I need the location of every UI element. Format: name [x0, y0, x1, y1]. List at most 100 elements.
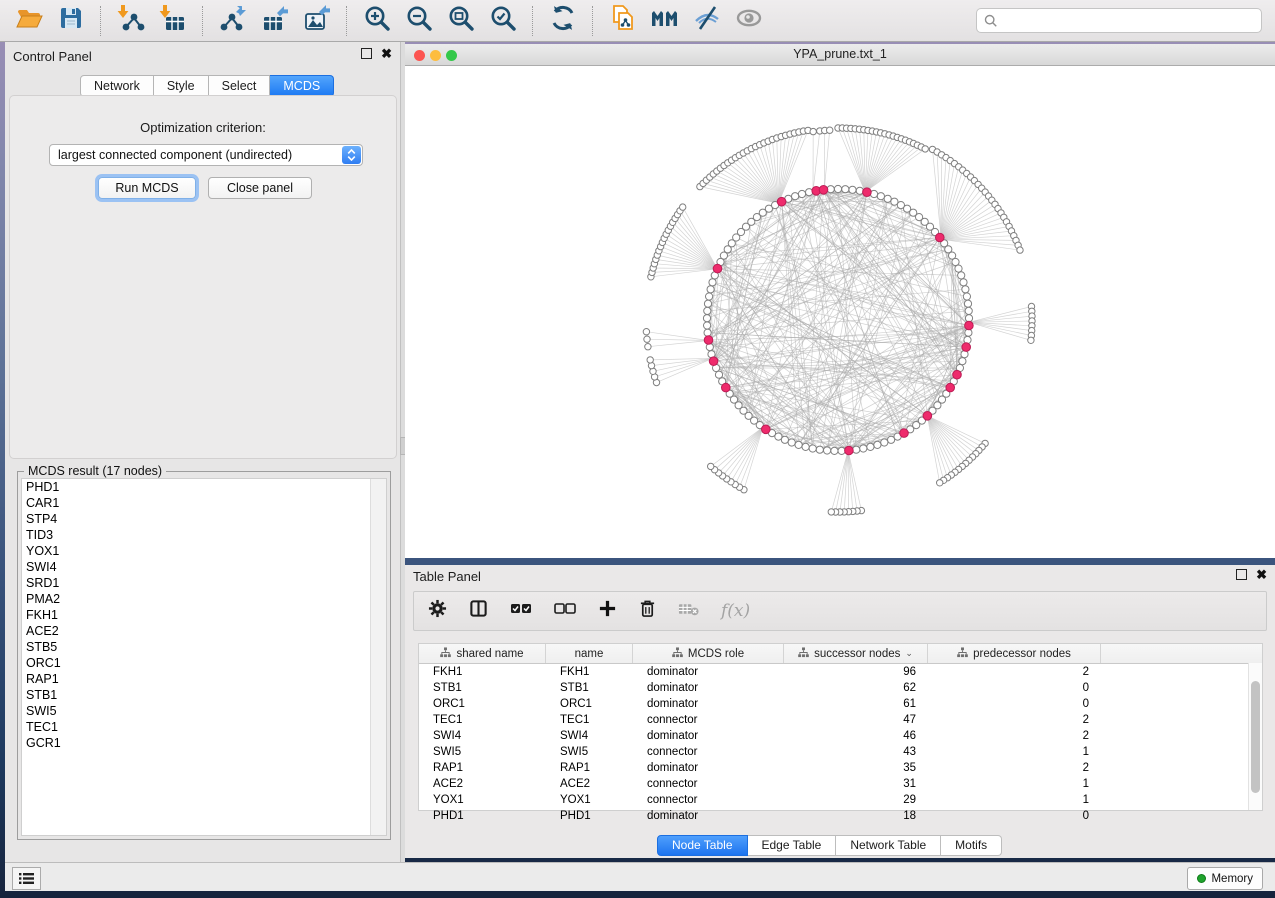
result-node-item[interactable]: STB1 [22, 687, 386, 703]
hide-selected-button[interactable] [692, 6, 722, 36]
cell[interactable]: 29 [784, 794, 928, 806]
result-node-item[interactable]: FKH1 [22, 607, 386, 623]
result-node-item[interactable]: SWI5 [22, 703, 386, 719]
first-neighbors-button[interactable] [650, 6, 680, 36]
memory-button[interactable]: Memory [1187, 867, 1263, 890]
result-node-item[interactable]: CAR1 [22, 495, 386, 511]
result-node-item[interactable]: ORC1 [22, 655, 386, 671]
table-row-ORC1[interactable]: ORC1ORC1dominator610 [419, 696, 1262, 712]
network-canvas[interactable] [405, 66, 1275, 558]
deselect-all-button[interactable] [554, 601, 576, 622]
float-panel-icon[interactable] [361, 48, 372, 59]
cell[interactable]: dominator [633, 762, 784, 774]
cell[interactable]: FKH1 [546, 666, 633, 678]
cell[interactable]: SWI4 [419, 730, 546, 742]
cell[interactable]: 61 [784, 698, 928, 710]
cell[interactable]: dominator [633, 810, 784, 822]
cell[interactable]: ORC1 [419, 698, 546, 710]
result-node-item[interactable]: RAP1 [22, 671, 386, 687]
cell[interactable]: 2 [928, 714, 1101, 726]
zoom-in-button[interactable] [362, 6, 392, 36]
float-table-panel-icon[interactable] [1236, 569, 1247, 580]
window-minimize-button[interactable] [430, 50, 441, 61]
cell[interactable]: SWI5 [546, 746, 633, 758]
network-window-titlebar[interactable]: YPA_prune.txt_1 [405, 44, 1275, 66]
result-node-item[interactable]: YOX1 [22, 543, 386, 559]
cell[interactable]: 18 [784, 810, 928, 822]
select-all-button[interactable] [510, 601, 532, 622]
close-table-panel-icon[interactable]: ✖ [1256, 570, 1267, 579]
table-row-FKH1[interactable]: FKH1FKH1dominator962 [419, 664, 1262, 680]
cell[interactable]: 47 [784, 714, 928, 726]
criterion-dropdown[interactable]: largest connected component (undirected) [49, 144, 363, 166]
cell[interactable]: 0 [928, 810, 1101, 822]
satellite-nodes[interactable] [643, 125, 1035, 515]
result-node-item[interactable]: TID3 [22, 527, 386, 543]
tab-motifs[interactable]: Motifs [941, 835, 1002, 856]
tab-network[interactable]: Network [80, 75, 154, 97]
import-network-button[interactable] [116, 6, 146, 36]
export-image-button[interactable] [302, 6, 332, 36]
cell[interactable]: connector [633, 794, 784, 806]
close-panel-icon[interactable]: ✖ [381, 49, 392, 58]
delete-row-button[interactable] [639, 599, 656, 623]
cell[interactable]: connector [633, 778, 784, 790]
tab-network-table[interactable]: Network Table [836, 835, 941, 856]
search-input[interactable] [1003, 13, 1261, 29]
node-table[interactable]: shared namenameMCDS rolesuccessor nodes⌄… [418, 643, 1263, 811]
cell[interactable]: RAP1 [546, 762, 633, 774]
cell[interactable]: 1 [928, 778, 1101, 790]
table-scrollbar[interactable] [1248, 663, 1262, 810]
cell[interactable]: TEC1 [419, 714, 546, 726]
search-field[interactable] [976, 8, 1262, 33]
run-mcds-button[interactable]: Run MCDS [98, 177, 196, 199]
table-row-YOX1[interactable]: YOX1YOX1connector291 [419, 792, 1262, 808]
cell[interactable]: 2 [928, 666, 1101, 678]
result-node-item[interactable]: SWI4 [22, 559, 386, 575]
task-history-button[interactable] [12, 867, 41, 890]
cell[interactable]: 0 [928, 682, 1101, 694]
table-scrollbar-thumb[interactable] [1251, 681, 1260, 793]
tab-edge-table[interactable]: Edge Table [748, 835, 837, 856]
cell[interactable]: dominator [633, 682, 784, 694]
cell[interactable]: PHD1 [419, 810, 546, 822]
table-row-SWI4[interactable]: SWI4SWI4dominator462 [419, 728, 1262, 744]
cell[interactable]: YOX1 [419, 794, 546, 806]
result-node-item[interactable]: STB5 [22, 639, 386, 655]
table-row-PHD1[interactable]: PHD1PHD1dominator180 [419, 808, 1262, 824]
cell[interactable]: ACE2 [419, 778, 546, 790]
cell[interactable]: SWI5 [419, 746, 546, 758]
cell[interactable]: PHD1 [546, 810, 633, 822]
zoom-out-button[interactable] [404, 6, 434, 36]
cell[interactable]: dominator [633, 698, 784, 710]
column-header-name[interactable]: name [546, 644, 633, 663]
zoom-selected-button[interactable] [488, 6, 518, 36]
column-header-MCDS-role[interactable]: MCDS role [633, 644, 784, 663]
cell[interactable]: RAP1 [419, 762, 546, 774]
result-node-item[interactable]: PHD1 [22, 479, 386, 495]
export-network-button[interactable] [218, 6, 248, 36]
cell[interactable]: 43 [784, 746, 928, 758]
cell[interactable]: 62 [784, 682, 928, 694]
close-panel-button[interactable]: Close panel [208, 177, 312, 199]
save-button[interactable] [56, 6, 86, 36]
mcds-result-list[interactable]: PHD1CAR1STP4TID3YOX1SWI4SRD1PMA2FKH1ACE2… [21, 478, 387, 836]
cell[interactable]: connector [633, 714, 784, 726]
table-row-TEC1[interactable]: TEC1TEC1connector472 [419, 712, 1262, 728]
cell[interactable]: 2 [928, 730, 1101, 742]
cell[interactable]: 2 [928, 762, 1101, 774]
cell[interactable]: 1 [928, 794, 1101, 806]
result-node-item[interactable]: STP4 [22, 511, 386, 527]
column-header-successor-nodes[interactable]: successor nodes⌄ [784, 644, 928, 663]
result-node-item[interactable]: GCR1 [22, 735, 386, 751]
network-graph[interactable] [405, 66, 1275, 558]
cell[interactable]: connector [633, 746, 784, 758]
result-node-item[interactable]: PMA2 [22, 591, 386, 607]
cell[interactable]: STB1 [546, 682, 633, 694]
result-list-scrollbar[interactable] [370, 479, 386, 835]
window-zoom-button[interactable] [446, 50, 457, 61]
tab-style[interactable]: Style [154, 75, 209, 97]
result-node-item[interactable]: TEC1 [22, 719, 386, 735]
tab-mcds[interactable]: MCDS [270, 75, 334, 97]
import-table-button[interactable] [158, 6, 188, 36]
